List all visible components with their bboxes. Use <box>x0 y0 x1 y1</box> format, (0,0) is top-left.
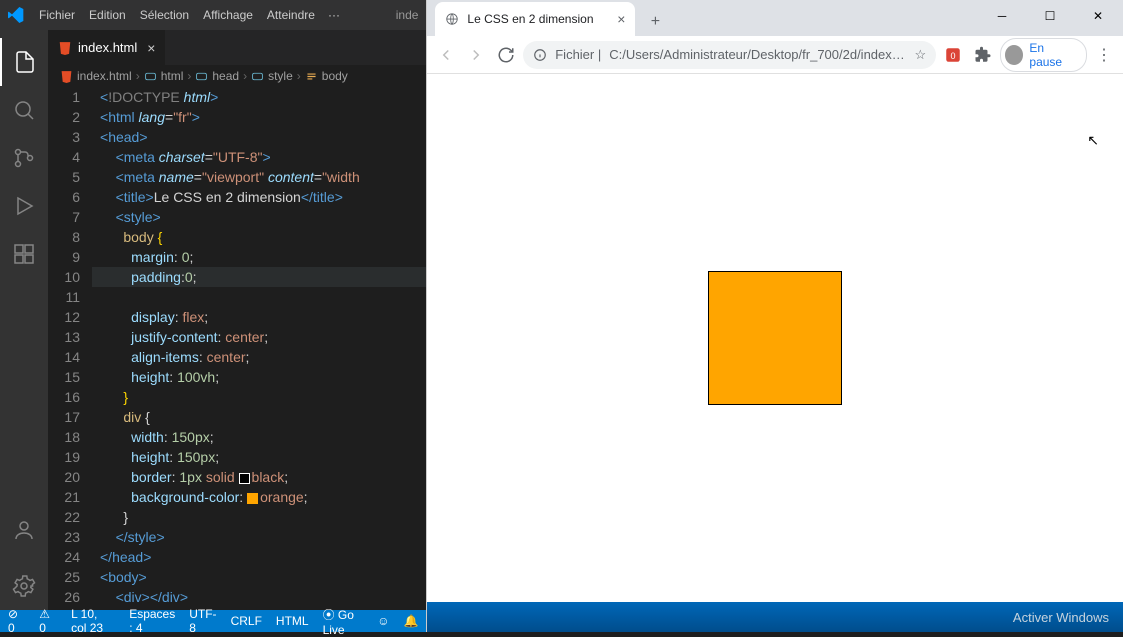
accounts-icon[interactable] <box>0 506 48 554</box>
browser-menu-icon[interactable]: ⋮ <box>1091 41 1117 69</box>
avatar <box>1005 45 1023 65</box>
browser-tab[interactable]: Le CSS en 2 dimension × <box>435 2 635 36</box>
reload-button[interactable] <box>493 41 519 69</box>
browser-window: ─ ☐ ✕ Le CSS en 2 dimension × + Fichier … <box>426 0 1123 632</box>
maximize-button[interactable]: ☐ <box>1027 1 1073 31</box>
explorer-icon[interactable] <box>0 38 48 86</box>
forward-button[interactable] <box>463 41 489 69</box>
symbol-icon <box>251 70 264 83</box>
svg-text:0: 0 <box>951 50 956 60</box>
minimize-button[interactable]: ─ <box>979 1 1025 31</box>
status-errors[interactable]: ⊘ 0 <box>8 607 25 635</box>
status-cursor[interactable]: L 10, col 23 <box>71 607 115 635</box>
menu-edit[interactable]: Edition <box>82 8 133 22</box>
symbol-icon <box>305 70 318 83</box>
menu-view[interactable]: Affichage <box>196 8 260 22</box>
menu-selection[interactable]: Sélection <box>133 8 196 22</box>
browser-toolbar: Fichier | C:/Users/Administrateur/Deskto… <box>427 36 1123 74</box>
url-text: C:/Users/Administrateur/Desktop/fr_700/2… <box>609 47 906 62</box>
tab-title: Le CSS en 2 dimension <box>467 12 609 26</box>
titlebar: Fichier Edition Sélection Affichage Atte… <box>0 0 426 30</box>
status-lang[interactable]: HTML <box>276 614 309 628</box>
editor-group: index.html × index.html› html› head› sty… <box>48 30 426 610</box>
new-tab-button[interactable]: + <box>641 8 669 36</box>
html-file-icon <box>58 41 72 55</box>
menu-file[interactable]: Fichier <box>32 8 82 22</box>
close-icon[interactable]: × <box>147 40 155 56</box>
extensions-puzzle-icon[interactable] <box>970 41 996 69</box>
windows-taskbar: Activer Windows <box>427 602 1123 632</box>
url-prefix: Fichier | <box>555 47 601 62</box>
close-window-button[interactable]: ✕ <box>1075 1 1121 31</box>
run-debug-icon[interactable] <box>0 182 48 230</box>
profile-label: En pause <box>1029 41 1076 69</box>
status-bar: ⊘ 0 ⚠ 0 L 10, col 23 Espaces : 4 UTF-8 C… <box>0 610 426 632</box>
page-viewport: ↖ <box>427 74 1123 602</box>
status-eol[interactable]: CRLF <box>231 614 262 628</box>
rendered-div <box>708 271 842 405</box>
symbol-icon <box>144 70 157 83</box>
activate-windows-watermark: Activer Windows <box>1013 610 1109 625</box>
symbol-icon <box>195 70 208 83</box>
breadcrumbs[interactable]: index.html› html› head› style› body <box>48 65 426 87</box>
activity-bar <box>0 30 48 610</box>
browser-chrome: ─ ☐ ✕ Le CSS en 2 dimension × + <box>427 0 1123 36</box>
extensions-icon[interactable] <box>0 230 48 278</box>
settings-gear-icon[interactable] <box>0 562 48 610</box>
editor-tabs: index.html × <box>48 30 426 65</box>
info-icon <box>533 48 547 62</box>
vscode-window: Fichier Edition Sélection Affichage Atte… <box>0 0 426 632</box>
cursor-icon: ↖ <box>1087 132 1099 149</box>
editor-tab[interactable]: index.html × <box>48 30 166 65</box>
code-editor[interactable]: 1234567891011121314151617181920212223242… <box>48 87 426 610</box>
status-warnings[interactable]: ⚠ 0 <box>39 607 57 635</box>
html-file-icon <box>60 70 73 83</box>
menu-go[interactable]: Atteindre <box>260 8 322 22</box>
window-title: inde <box>396 8 419 22</box>
tab-label: index.html <box>78 40 137 55</box>
status-bell-icon[interactable]: 🔔 <box>403 614 418 628</box>
profile-chip[interactable]: En pause <box>1000 38 1087 72</box>
status-encoding[interactable]: UTF-8 <box>189 607 216 635</box>
search-icon[interactable] <box>0 86 48 134</box>
back-button[interactable] <box>433 41 459 69</box>
menu-overflow[interactable]: ··· <box>322 8 346 22</box>
address-bar[interactable]: Fichier | C:/Users/Administrateur/Deskto… <box>523 41 936 69</box>
source-control-icon[interactable] <box>0 134 48 182</box>
vscode-logo-icon <box>8 7 24 23</box>
bookmark-star-icon[interactable]: ☆ <box>914 47 926 63</box>
status-feedback-icon[interactable]: ☺ <box>377 614 389 628</box>
status-spaces[interactable]: Espaces : 4 <box>129 607 175 635</box>
extension-icon[interactable]: 0 <box>940 41 966 69</box>
globe-icon <box>445 12 459 26</box>
tab-close-icon[interactable]: × <box>617 11 625 27</box>
